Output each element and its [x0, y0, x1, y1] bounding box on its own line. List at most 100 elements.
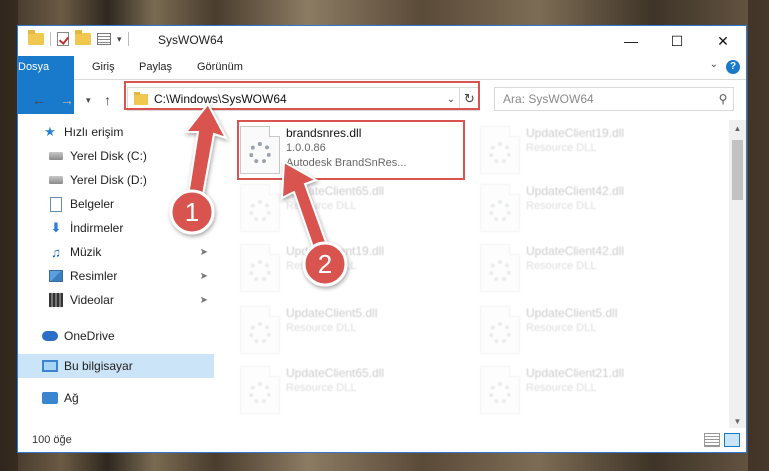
- pin-icon[interactable]: ➤: [200, 175, 208, 186]
- sidebar-item-downloads[interactable]: ⬇ İndirmeler ➤: [18, 216, 214, 240]
- scrollbar-thumb[interactable]: [732, 140, 743, 200]
- quick-access-toolbar: ▾: [28, 30, 129, 46]
- file-item[interactable]: UpdateClient21.dll Resource DLL: [480, 362, 700, 420]
- pin-icon[interactable]: ➤: [200, 295, 208, 306]
- sidebar-item-onedrive[interactable]: OneDrive: [18, 324, 214, 348]
- tiles-view-icon[interactable]: [724, 433, 740, 447]
- file-description: Resource DLL: [286, 382, 357, 394]
- star-icon: ★: [44, 124, 56, 139]
- sidebar-item-this-pc[interactable]: Bu bilgisayar: [18, 354, 214, 378]
- dll-file-icon: [480, 184, 520, 232]
- sidebar-item-label: Yerel Disk (D:): [70, 173, 147, 187]
- customize-toolbar-chevron-icon[interactable]: ▾: [117, 34, 122, 45]
- cloud-icon: [42, 328, 58, 344]
- help-icon[interactable]: ?: [726, 60, 740, 74]
- sidebar-item-local-disk-c[interactable]: Yerel Disk (C:) ➤: [18, 144, 214, 168]
- search-box[interactable]: Ara: SysWOW64 ⚲: [494, 87, 734, 111]
- sidebar-item-documents[interactable]: Belgeler ➤: [18, 192, 214, 216]
- dll-file-icon: [240, 306, 280, 354]
- file-description: Resource DLL: [526, 322, 597, 334]
- forward-arrow-icon[interactable]: →: [60, 92, 74, 108]
- file-item[interactable]: UpdateClient42.dll Resource DLL: [480, 240, 700, 298]
- sidebar-item-network[interactable]: Ağ: [18, 386, 214, 410]
- file-description: Resource DLL: [286, 260, 357, 272]
- scroll-up-arrow-icon[interactable]: ▲: [729, 120, 746, 137]
- minimize-button[interactable]: —: [608, 26, 654, 56]
- file-name: UpdateClient5.dll: [286, 306, 378, 320]
- sidebar-item-label: OneDrive: [64, 329, 115, 343]
- properties-check-icon[interactable]: [57, 32, 69, 46]
- background-trunk: [748, 0, 769, 471]
- expand-ribbon-chevron-icon[interactable]: ⌄: [710, 59, 718, 70]
- properties-icon[interactable]: [97, 33, 111, 45]
- pin-icon[interactable]: ➤: [200, 223, 208, 234]
- tab-share[interactable]: Paylaş: [127, 56, 184, 79]
- file-item[interactable]: UpdateClient19.dll Resource DLL: [480, 122, 700, 180]
- dll-file-icon: [480, 366, 520, 414]
- window-controls: — ☐ ✕: [608, 26, 746, 56]
- search-icon[interactable]: ⚲: [713, 92, 733, 106]
- drive-icon: [48, 172, 64, 188]
- search-input[interactable]: Ara: SysWOW64: [503, 92, 713, 106]
- dll-file-icon: [480, 244, 520, 292]
- toolbar-separator: [127, 32, 129, 46]
- file-description: Resource DLL: [286, 322, 357, 334]
- status-bar: 100 öğe: [18, 428, 746, 452]
- file-item[interactable]: UpdateClient5.dll Resource DLL: [480, 302, 700, 360]
- file-name: UpdateClient19.dll: [286, 244, 385, 258]
- ribbon-tabs: Dosya Giriş Paylaş Görünüm ⌄ ?: [18, 56, 746, 114]
- vertical-scrollbar[interactable]: ▲ ▼: [729, 120, 746, 430]
- file-name: UpdateClient21.dll: [526, 366, 625, 380]
- file-name: UpdateClient42.dll: [526, 184, 625, 198]
- music-icon: ♫: [51, 244, 61, 260]
- tab-view[interactable]: Görünüm: [185, 56, 255, 79]
- sidebar-item-quick-access[interactable]: ★ Hızlı erişim: [18, 120, 214, 144]
- file-item[interactable]: UpdateClient5.dll Resource DLL: [240, 302, 460, 360]
- new-folder-icon[interactable]: [75, 30, 91, 45]
- address-bar-highlight: [124, 81, 480, 110]
- file-name: UpdateClient5.dll: [526, 306, 618, 320]
- document-icon: [48, 196, 64, 212]
- sidebar-item-videos[interactable]: Videolar ➤: [18, 288, 214, 312]
- file-name: UpdateClient65.dll: [286, 184, 385, 198]
- toolbar-separator: [50, 32, 51, 46]
- download-icon: ⬇: [50, 220, 62, 235]
- file-description: Resource DLL: [526, 142, 597, 154]
- up-arrow-icon[interactable]: ↑: [104, 92, 111, 108]
- recent-locations-chevron-icon[interactable]: ▾: [86, 95, 91, 106]
- file-highlight: [237, 120, 465, 180]
- sidebar-item-local-disk-d[interactable]: Yerel Disk (D:) ➤: [18, 168, 214, 192]
- tab-home[interactable]: Giriş: [80, 56, 127, 79]
- file-name: UpdateClient19.dll: [526, 126, 625, 140]
- network-icon: [42, 390, 58, 406]
- details-view-icon[interactable]: [704, 433, 720, 447]
- sidebar-item-label: Belgeler: [70, 197, 115, 211]
- file-description: Resource DLL: [526, 260, 597, 272]
- file-description: Resource DLL: [286, 200, 357, 212]
- sidebar-item-music[interactable]: ♫ Müzik ➤: [18, 240, 214, 264]
- back-arrow-icon[interactable]: ←: [32, 92, 46, 108]
- file-item[interactable]: UpdateClient42.dll Resource DLL: [480, 180, 700, 238]
- pin-icon[interactable]: ➤: [200, 151, 208, 162]
- sidebar-item-label: Videolar: [70, 293, 114, 307]
- file-name: UpdateClient65.dll: [286, 366, 385, 380]
- pin-icon[interactable]: ➤: [200, 199, 208, 210]
- dll-file-icon: [240, 184, 280, 232]
- dll-file-icon: [480, 306, 520, 354]
- sidebar-item-label: Yerel Disk (C:): [70, 149, 147, 163]
- sidebar-item-label: Hızlı erişim: [64, 125, 124, 139]
- pin-icon[interactable]: ➤: [200, 247, 208, 258]
- dll-file-icon: [240, 366, 280, 414]
- file-item[interactable]: UpdateClient65.dll Resource DLL: [240, 362, 460, 420]
- file-item[interactable]: UpdateClient65.dll Resource DLL: [240, 180, 460, 238]
- file-name: UpdateClient42.dll: [526, 244, 625, 258]
- folder-icon[interactable]: [28, 30, 44, 45]
- maximize-button[interactable]: ☐: [654, 26, 700, 56]
- dll-file-icon: [240, 244, 280, 292]
- sidebar-item-label: Resimler: [70, 269, 118, 283]
- close-button[interactable]: ✕: [700, 26, 746, 56]
- pin-icon[interactable]: ➤: [200, 271, 208, 282]
- file-item[interactable]: UpdateClient19.dll Resource DLL: [240, 240, 460, 298]
- sidebar-item-pictures[interactable]: Resimler ➤: [18, 264, 214, 288]
- video-icon: [48, 292, 64, 308]
